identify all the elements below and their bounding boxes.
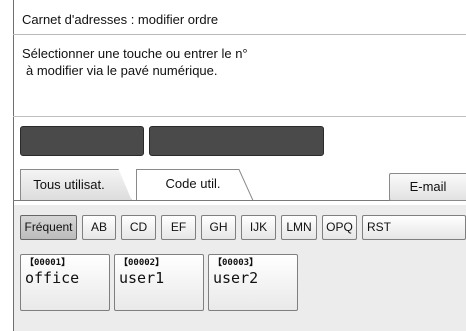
name-display (149, 126, 324, 156)
index-key-ab[interactable]: AB (82, 215, 116, 240)
tab-all-users[interactable]: Tous utilisat. (20, 169, 132, 201)
index-key-lmn[interactable]: LMN (281, 215, 317, 240)
tab-user-code-label: Code util. (165, 176, 221, 191)
entry-name: user2 (213, 269, 259, 287)
instruction-line-2: à modifier via le pavé numérique. (26, 63, 218, 78)
index-key-opq[interactable]: OPQ (322, 215, 357, 240)
address-list-panel: Fréquent AB CD EF GH IJK LMN OPQ RST 【00… (14, 205, 466, 331)
index-key-ijk[interactable]: IJK (241, 215, 276, 240)
tab-user-code[interactable]: Code util. (136, 169, 254, 201)
email-button[interactable]: E-mail (389, 173, 466, 201)
index-key-rst[interactable]: RST (362, 215, 466, 240)
number-entry-display: ______ (20, 126, 144, 161)
instruction-line-1: Sélectionner une touche ou entrer le n° (22, 46, 248, 61)
address-entry-user2[interactable]: 【00003】 user2 (208, 254, 298, 311)
entry-name: office (25, 269, 80, 287)
entry-code: 【00002】 (119, 258, 165, 268)
tab-all-users-label: Tous utilisat. (33, 177, 105, 192)
address-entry-user1[interactable]: 【00002】 user1 (114, 254, 204, 311)
index-key-gh[interactable]: GH (201, 215, 236, 240)
address-entry-office[interactable]: 【00001】 office (20, 254, 110, 311)
index-key-cd[interactable]: CD (121, 215, 156, 240)
entry-code: 【00003】 (213, 258, 259, 268)
window-title: Carnet d'adresses : modifier ordre (13, 9, 466, 35)
divider (13, 116, 466, 117)
index-key-frequent[interactable]: Fréquent (20, 215, 77, 240)
index-key-ef[interactable]: EF (161, 215, 196, 240)
number-entry-value: ______ (34, 145, 87, 161)
instruction-text: Sélectionner une touche ou entrer le n° … (22, 45, 442, 79)
entry-code: 【00001】 (25, 258, 71, 268)
entry-name: user1 (119, 269, 165, 287)
